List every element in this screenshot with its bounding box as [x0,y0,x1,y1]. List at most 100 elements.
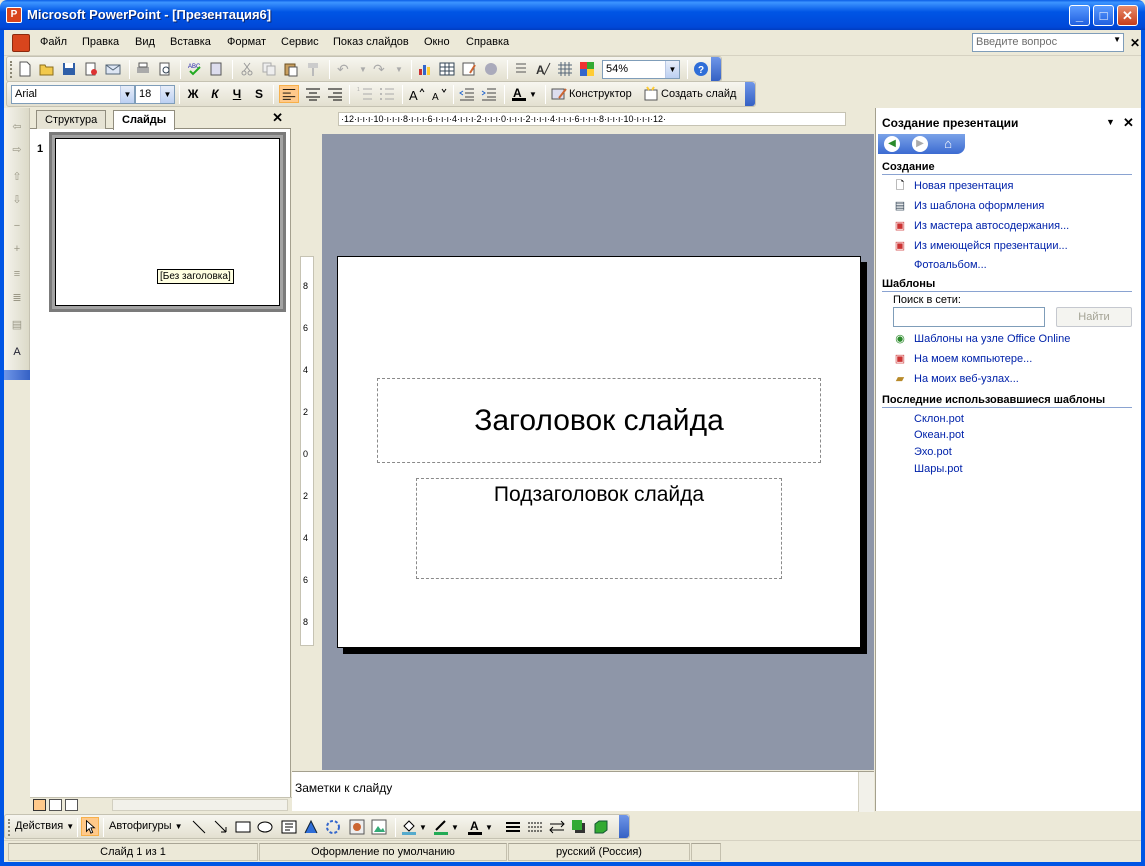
close-icon[interactable]: ✕ [272,110,283,126]
decrease-indent-icon[interactable] [459,86,475,102]
collapse-icon[interactable]: − [9,220,25,236]
diagram-icon[interactable] [325,819,341,835]
new-slide-icon[interactable] [643,86,659,102]
expand-all-icon[interactable]: ≣ [9,291,25,307]
shadow-style-icon[interactable] [571,819,587,835]
document-icon[interactable] [12,34,30,52]
tables-borders-icon[interactable] [461,61,477,77]
back-icon[interactable]: ◀ [884,136,900,152]
permission-icon[interactable] [83,61,99,77]
oval-icon[interactable] [257,819,273,835]
bold-button[interactable]: Ж [185,86,201,103]
new-document-icon[interactable] [17,61,33,77]
color-grayscale-icon[interactable] [579,61,595,77]
link-recent-template[interactable]: Эхо.pot [914,446,952,458]
toolbar-options-button[interactable] [619,815,629,838]
format-painter-icon[interactable] [305,61,321,77]
powerpoint-app-icon[interactable]: P [6,7,22,23]
menu-format[interactable]: Формат [227,36,266,48]
menu-view[interactable]: Вид [135,36,155,48]
increase-indent-icon[interactable] [481,86,497,102]
toolbar-options-button[interactable] [711,57,721,81]
designer-icon[interactable] [551,86,567,102]
close-icon[interactable]: ✕ [1123,115,1134,131]
notes-pane[interactable]: Заметки к слайду [292,771,874,812]
menu-tools[interactable]: Сервис [281,36,319,48]
ask-question-box[interactable]: Введите вопрос ▼ [972,33,1124,52]
actions-menu-button[interactable]: Действия ▼ [15,820,74,832]
font-color-icon[interactable]: A [467,819,483,835]
chevron-down-icon[interactable]: ▼ [1106,117,1115,127]
align-left-icon[interactable] [279,85,299,103]
toolbar-grip[interactable] [8,819,11,836]
help-icon[interactable]: ? [693,61,709,77]
designer-button[interactable]: Конструктор [569,88,632,100]
zoom-combo[interactable]: 54% ▼ [602,60,680,79]
open-folder-icon[interactable] [39,61,55,77]
doc-close-icon[interactable]: ✕ [1130,36,1140,50]
clipart-icon[interactable] [349,819,365,835]
slideshow-view-icon[interactable] [65,799,78,811]
insert-chart-icon[interactable] [417,61,433,77]
link-new-presentation[interactable]: Новая презентация [914,180,1013,192]
link-from-existing[interactable]: Из имеющейся презентации... [914,240,1068,252]
title-placeholder[interactable]: Заголовок слайда [377,378,821,463]
underline-button[interactable]: Ч [229,86,245,103]
demote-icon[interactable]: ⇨ [9,143,25,159]
increase-font-icon[interactable]: A [409,86,425,102]
print-preview-icon[interactable] [157,61,173,77]
home-icon[interactable]: ⌂ [940,136,956,152]
menu-help[interactable]: Справка [466,36,509,48]
wordart-icon[interactable] [303,819,319,835]
align-center-icon[interactable] [305,86,321,102]
arrow-icon[interactable] [213,819,229,835]
font-name-combo[interactable]: Arial ▼ [11,85,135,104]
menu-slideshow[interactable]: Показ слайдов [333,36,409,48]
autoshapes-menu-button[interactable]: Автофигуры ▼ [109,820,183,832]
show-formatting-icon[interactable]: A [535,61,551,77]
link-from-design-template[interactable]: Из шаблона оформления [914,200,1044,212]
spelling-icon[interactable]: ABC [187,61,203,77]
line-style-icon[interactable] [505,819,521,835]
expand-all-icon[interactable] [513,61,529,77]
dash-style-icon[interactable] [527,819,543,835]
expand-icon[interactable]: + [9,243,25,259]
fill-color-icon[interactable] [401,819,417,835]
link-photo-album[interactable]: Фотоальбом... [914,259,987,271]
select-objects-icon[interactable] [81,817,99,836]
research-icon[interactable] [209,61,225,77]
line-color-dropdown-icon[interactable]: ▼ [451,823,467,839]
promote-icon[interactable]: ⇦ [9,120,25,136]
menu-edit[interactable]: Правка [82,36,119,48]
decrease-font-icon[interactable]: A [431,86,447,102]
chevron-down-icon[interactable]: ▼ [665,61,679,78]
arrow-style-icon[interactable] [549,819,565,835]
normal-view-icon[interactable] [33,799,46,811]
horizontal-ruler[interactable]: ·12·ı·ı·ı·10·ı·ı·ı·8·ı·ı·ı·6·ı·ı·ı·4·ı·ı… [338,112,846,126]
font-color-dropdown-icon[interactable]: ▼ [485,823,501,839]
font-color-dropdown-icon[interactable]: ▼ [529,90,545,106]
vertical-ruler[interactable]: 8 6 4 2 0 2 4 6 8 [300,256,314,646]
menu-insert[interactable]: Вставка [170,36,211,48]
toolbar-grip[interactable] [10,61,13,78]
link-autocontent-wizard[interactable]: Из мастера автосодержания... [914,220,1069,232]
close-button[interactable]: ✕ [1117,5,1138,26]
title-bar[interactable]: P Microsoft PowerPoint - [Презентация6] … [0,0,1145,30]
status-design[interactable]: Оформление по умолчанию [259,843,507,861]
vertical-scrollbar[interactable] [858,772,874,812]
template-search-input[interactable] [893,307,1045,327]
subtitle-placeholder[interactable]: Подзаголовок слайда [416,478,782,579]
slide-thumbnail-selected[interactable] [49,132,286,312]
maximize-button[interactable]: □ [1093,5,1114,26]
chevron-down-icon[interactable]: ▼ [1113,35,1121,44]
bullets-icon[interactable] [379,86,395,102]
align-right-icon[interactable] [327,86,343,102]
italic-button[interactable]: К [207,86,223,103]
print-icon[interactable] [135,61,151,77]
new-slide-button[interactable]: Создать слайд [661,88,736,100]
3d-style-icon[interactable] [593,819,609,835]
minimize-button[interactable]: _ [1069,5,1090,26]
insert-table-icon[interactable] [439,61,455,77]
email-icon[interactable] [105,61,121,77]
link-my-websites[interactable]: На моих веб-узлах... [914,373,1019,385]
